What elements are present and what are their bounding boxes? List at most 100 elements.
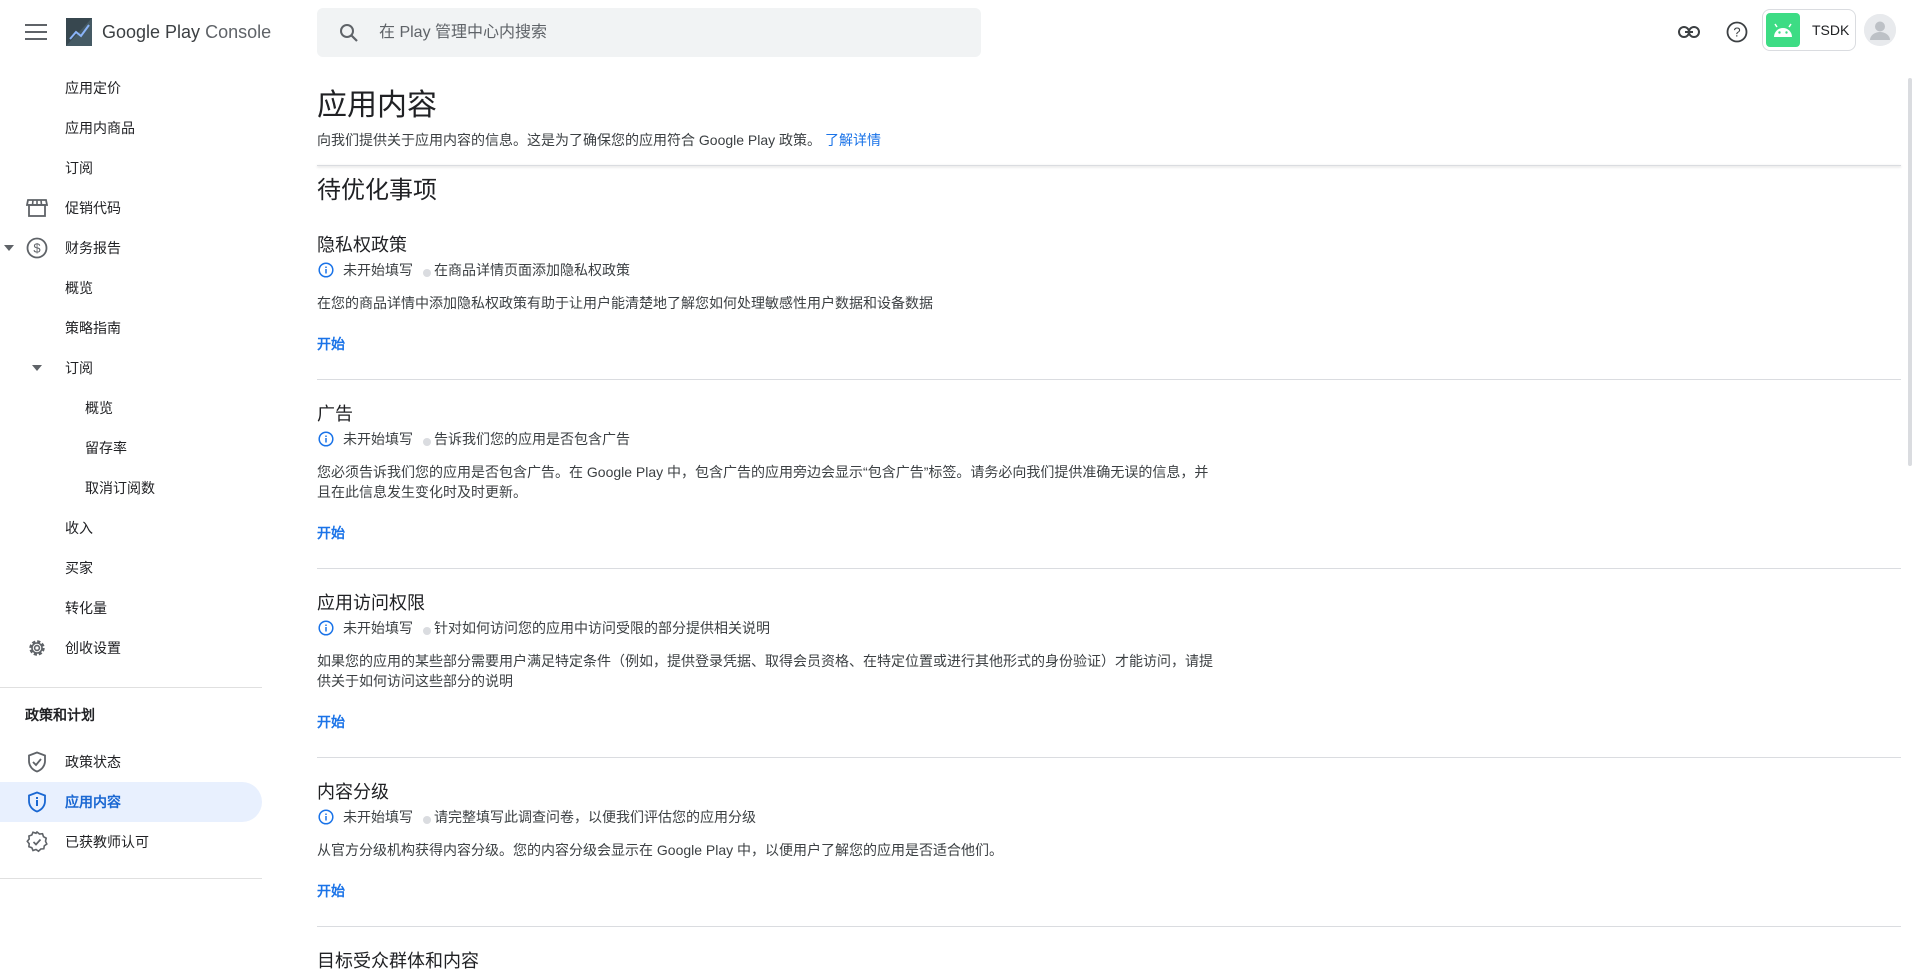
sidebar-item-label: 概览 xyxy=(85,400,113,416)
sidebar-item-conversions[interactable]: 转化量 xyxy=(0,588,262,628)
sidebar-item-label: 应用内商品 xyxy=(65,120,135,136)
task-description: 在您的商品详情中添加隐私权政策有助于让用户能清楚地了解您如何处理敏感性用户数据和… xyxy=(317,295,933,311)
caret-down-icon xyxy=(3,242,15,254)
task-title: 内容分级 xyxy=(317,782,389,802)
google-play-console-logo[interactable]: Google Play Console xyxy=(64,16,271,48)
help-icon[interactable]: ? xyxy=(1721,16,1753,48)
search-input[interactable] xyxy=(377,22,941,43)
task-description: 如果您的应用的某些部分需要用户满足特定条件（例如，提供登录凭据、取得会员资格、在… xyxy=(317,653,1213,689)
gear-icon xyxy=(25,636,49,660)
link-icon[interactable] xyxy=(1673,16,1705,48)
task-divider xyxy=(317,568,1901,569)
task-title: 目标受众群体和内容 xyxy=(317,951,479,971)
caret-down-icon xyxy=(31,362,43,374)
sidebar-item-teacher-approved[interactable]: 已获教师认可 xyxy=(0,822,262,862)
sidebar-item-overview[interactable]: 概览 xyxy=(0,268,262,308)
sidebar-section-heading: 政策和计划 xyxy=(25,707,95,723)
info-icon xyxy=(317,619,335,637)
task-hint: 请完整填写此调查问卷，以便我们评估您的应用分级 xyxy=(434,809,756,825)
scrollbar-thumb[interactable] xyxy=(1908,78,1912,466)
start-button[interactable]: 开始 xyxy=(317,523,345,543)
logo-suffix: Console xyxy=(205,21,272,42)
svg-text:$: $ xyxy=(33,241,41,256)
task-title: 应用访问权限 xyxy=(317,593,425,613)
search-bar xyxy=(317,8,981,57)
task-app-access: 应用访问权限 未开始填写 针对如何访问您的应用中访问受限的部分提供相关说明 如果… xyxy=(317,589,1901,769)
sidebar-item-financial-reports[interactable]: $ 财务报告 xyxy=(0,228,262,268)
sidebar-item-monetization-setup[interactable]: 创收设置 xyxy=(0,628,262,668)
sidebar-item-label: 已获教师认可 xyxy=(65,834,149,850)
sidebar-item-strategy-guide[interactable]: 策略指南 xyxy=(0,308,262,348)
task-status-text: 未开始填写 xyxy=(343,262,413,278)
info-icon xyxy=(317,261,335,279)
info-icon xyxy=(317,430,335,448)
award-badge-icon xyxy=(25,830,49,854)
header-divider xyxy=(317,165,1901,166)
task-content-rating: 内容分级 未开始填写 请完整填写此调查问卷，以便我们评估您的应用分级 从官方分级… xyxy=(317,778,1901,938)
task-divider xyxy=(317,757,1901,758)
sidebar-item-buyers[interactable]: 买家 xyxy=(0,548,262,588)
separator-dot xyxy=(423,269,431,277)
svg-text:?: ? xyxy=(1733,25,1740,40)
dollar-circle-icon: $ xyxy=(25,236,49,260)
task-privacy-policy: 隐私权政策 未开始填写 在商品详情页面添加隐私权政策 在您的商品详情中添加隐私权… xyxy=(317,231,1901,391)
sidebar-item-label: 取消订阅数 xyxy=(85,480,155,496)
task-divider xyxy=(317,379,1901,380)
app-name: TSDK xyxy=(1812,22,1850,38)
sidebar-item-policy-status[interactable]: 政策状态 xyxy=(0,742,262,782)
app-selector[interactable]: TSDK xyxy=(1762,9,1856,51)
top-app-bar: Google Play Console ? TSDK xyxy=(0,0,1916,64)
task-hint: 告诉我们您的应用是否包含广告 xyxy=(434,431,630,447)
sidebar-divider xyxy=(0,878,262,879)
task-status: 未开始填写 在商品详情页面添加隐私权政策 xyxy=(317,260,630,280)
task-status: 未开始填写 告诉我们您的应用是否包含广告 xyxy=(317,429,630,449)
page-description-text: 向我们提供关于应用内容的信息。这是为了确保您的应用符合 Google Play … xyxy=(317,132,822,148)
sidebar-item-app-content[interactable]: 应用内容 xyxy=(0,782,262,822)
sidebar-item-label: 策略指南 xyxy=(65,320,121,336)
task-hint: 针对如何访问您的应用中访问受限的部分提供相关说明 xyxy=(434,620,770,636)
sidebar-nav: 应用定价 应用内商品 订阅 促销代码 $ 财务报告 概览 策略指南 订阅 概览 … xyxy=(0,68,262,977)
sidebar-item-label: 订阅 xyxy=(65,160,93,176)
separator-dot xyxy=(423,438,431,446)
search-icon[interactable] xyxy=(333,17,365,49)
sidebar-item-label: 政策状态 xyxy=(65,754,121,770)
task-title: 隐私权政策 xyxy=(317,235,407,255)
sidebar-item-label: 转化量 xyxy=(65,600,107,616)
learn-more-link[interactable]: 了解详情 xyxy=(825,132,881,148)
play-console-logo-icon xyxy=(66,18,92,46)
sidebar-item-subscription-reports[interactable]: 订阅 xyxy=(0,348,262,388)
task-status-text: 未开始填写 xyxy=(343,620,413,636)
sidebar-item-subscription-overview[interactable]: 概览 xyxy=(0,388,262,428)
sidebar-item-label: 促销代码 xyxy=(65,200,121,216)
sidebar-item-retention[interactable]: 留存率 xyxy=(0,428,262,468)
section-title: 待优化事项 xyxy=(317,177,437,204)
task-status-text: 未开始填写 xyxy=(343,431,413,447)
store-icon xyxy=(25,196,49,220)
task-target-audience: 目标受众群体和内容 xyxy=(317,947,1901,977)
sidebar-item-label: 创收设置 xyxy=(65,640,121,656)
main-content: 应用内容 向我们提供关于应用内容的信息。这是为了确保您的应用符合 Google … xyxy=(317,64,1902,977)
sidebar-item-label: 订阅 xyxy=(65,360,93,376)
sidebar-item-promo-codes[interactable]: 促销代码 xyxy=(0,188,262,228)
separator-dot xyxy=(423,627,431,635)
sidebar-item-in-app-products[interactable]: 应用内商品 xyxy=(0,108,262,148)
task-status-text: 未开始填写 xyxy=(343,809,413,825)
page-title: 应用内容 xyxy=(317,89,437,122)
sidebar-item-label: 留存率 xyxy=(85,440,127,456)
start-button[interactable]: 开始 xyxy=(317,881,345,901)
start-button[interactable]: 开始 xyxy=(317,334,345,354)
start-button[interactable]: 开始 xyxy=(317,712,345,732)
sidebar-item-label: 概览 xyxy=(65,280,93,296)
task-description: 从官方分级机构获得内容分级。您的内容分级会显示在 Google Play 中，以… xyxy=(317,842,1004,858)
android-icon xyxy=(1766,13,1800,47)
account-avatar-icon[interactable] xyxy=(1864,14,1896,46)
sidebar-item-revenue[interactable]: 收入 xyxy=(0,508,262,548)
sidebar-item-cancellations[interactable]: 取消订阅数 xyxy=(0,468,262,508)
sidebar-item-subscriptions[interactable]: 订阅 xyxy=(0,148,262,188)
task-status: 未开始填写 请完整填写此调查问卷，以便我们评估您的应用分级 xyxy=(317,807,756,827)
shield-check-icon xyxy=(25,750,49,774)
task-description: 您必须告诉我们您的应用是否包含广告。在 Google Play 中，包含广告的应… xyxy=(317,464,1209,500)
sidebar-item-app-pricing[interactable]: 应用定价 xyxy=(0,68,262,108)
task-ads: 广告 未开始填写 告诉我们您的应用是否包含广告 您必须告诉我们您的应用是否包含广… xyxy=(317,400,1901,580)
menu-icon[interactable] xyxy=(20,16,52,48)
